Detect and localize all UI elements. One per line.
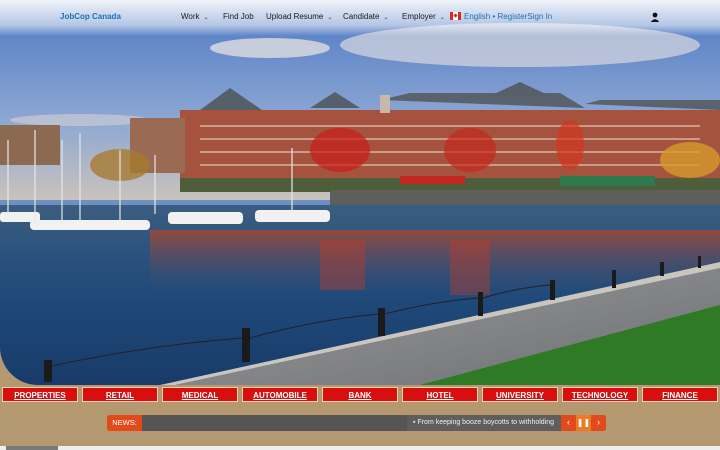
category-medical[interactable]: MEDICAL	[162, 387, 238, 402]
harbour-scene	[0, 0, 720, 385]
category-hotel[interactable]: HOTEL	[402, 387, 478, 402]
nav-item-upload-resume[interactable]: Upload Resume ⌄	[266, 12, 332, 21]
chevron-down-icon: ⌄	[203, 15, 209, 21]
register-link[interactable]: Register	[498, 12, 528, 21]
content-tab-edge	[6, 446, 58, 450]
site-logo[interactable]: JobCop Canada	[60, 12, 121, 21]
chevron-down-icon: ⌄	[439, 15, 445, 21]
hero-image	[0, 0, 720, 385]
category-finance[interactable]: FINANCE	[642, 387, 718, 402]
nav-item-find-job[interactable]: Find Job	[223, 12, 254, 21]
category-bar: PROPERTIES RETAIL MEDICAL AUTOMOBILE BAN…	[0, 387, 720, 403]
news-headline[interactable]: ▪ From keeping booze boycotts to withhol…	[407, 415, 568, 431]
account-links: English • RegisterSign In	[464, 12, 552, 21]
category-bank[interactable]: BANK	[322, 387, 398, 402]
chevron-down-icon: ⌄	[327, 15, 333, 21]
nav-item-work[interactable]: Work ⌄	[181, 12, 209, 21]
chevron-down-icon: ⌄	[383, 15, 389, 21]
news-label: NEWS:	[107, 415, 142, 431]
category-technology[interactable]: TECHNOLOGY	[562, 387, 638, 402]
link-separator: •	[492, 12, 496, 21]
nav-item-employer[interactable]: Employer ⌄	[402, 12, 445, 21]
content-divider	[0, 446, 720, 450]
canada-flag-icon[interactable]	[450, 12, 461, 20]
pause-icon[interactable]: ❚❚	[576, 415, 591, 431]
user-icon[interactable]	[650, 12, 660, 22]
top-navigation-bar: JobCop Canada Work ⌄ Find Job Upload Resu…	[0, 0, 720, 36]
news-ticker: NEWS: ▪ From keeping booze boycotts to w…	[107, 415, 606, 431]
category-automobile[interactable]: AUTOMOBILE	[242, 387, 318, 402]
language-link[interactable]: English	[464, 12, 490, 21]
chevron-right-icon[interactable]: ›	[591, 415, 606, 431]
category-properties[interactable]: PROPERTIES	[2, 387, 78, 402]
category-retail[interactable]: RETAIL	[82, 387, 158, 402]
nav-item-candidate[interactable]: Candidate ⌄	[343, 12, 389, 21]
sign-in-link[interactable]: Sign In	[527, 12, 552, 21]
category-university[interactable]: UNIVERSITY	[482, 387, 558, 402]
news-controls: ‹ ❚❚ ›	[561, 415, 606, 431]
chevron-left-icon[interactable]: ‹	[561, 415, 576, 431]
